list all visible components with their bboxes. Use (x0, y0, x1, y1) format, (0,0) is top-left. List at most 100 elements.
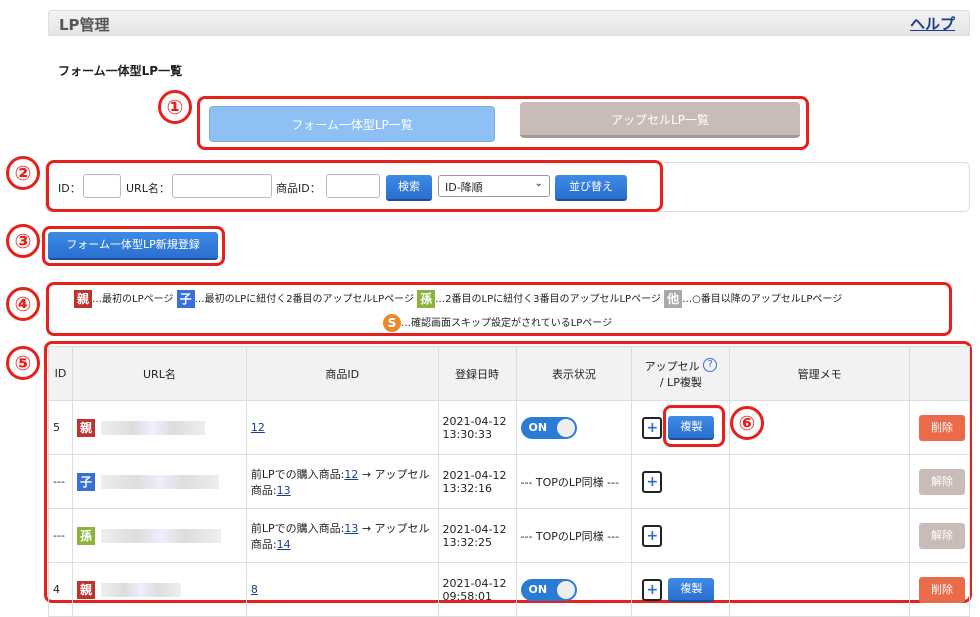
chevron-down-icon: ⌄ (534, 178, 543, 189)
row-status: ON (515, 562, 633, 617)
product-link[interactable]: 13 (344, 522, 358, 535)
product-mid: → アップセル (358, 521, 430, 535)
ko-tag-icon: 子 (76, 472, 95, 491)
row-product: 8 (245, 562, 439, 617)
annotation-5: ⑤ (6, 346, 40, 380)
row-product: 前LPでの購入商品:12 → アップセル商品:13 (245, 454, 439, 509)
product-link[interactable]: 13 (277, 484, 291, 497)
status-toggle[interactable]: ON (520, 578, 577, 601)
col-status: 表示状況 (515, 346, 633, 401)
row-action: 解除 (908, 454, 971, 509)
table-row: 4 親 8 2021-04-12 09:58:01 ON + 複製 削除 (48, 562, 971, 617)
product-link[interactable]: 14 (277, 538, 291, 551)
delete-button[interactable]: 削除 (919, 414, 965, 441)
legend-line-1: 親 …最初のLPページ 子 …最初のLPに紐付く2番目のアップセルLPページ 孫 …2… (74, 290, 842, 308)
row-upsell: + (631, 508, 731, 563)
oya-tag-icon: 親 (76, 418, 95, 437)
row-upsell: + 複製 (631, 562, 731, 617)
copy-lp-button[interactable]: 複製 (668, 577, 715, 602)
date-line: 2021-04-12 (442, 468, 507, 482)
time-line: 13:30:33 (442, 427, 492, 441)
product-prefix: 前LPでの購入商品: (250, 467, 345, 481)
date-line: 2021-04-12 (442, 414, 507, 428)
add-upsell-button[interactable]: + (642, 416, 663, 439)
row-status: --- TOPのLP同様 --- (515, 508, 633, 563)
delete-button[interactable]: 削除 (919, 576, 965, 603)
id-input[interactable] (83, 174, 121, 198)
unlink-button[interactable]: 解除 (919, 522, 965, 549)
table-row: --- 孫 前LPでの購入商品:13 → アップセル商品:14 2021-04-… (48, 508, 971, 563)
row-url: 孫 (71, 508, 247, 563)
row-memo (729, 508, 910, 563)
product-line2: 商品: (250, 483, 277, 497)
product-link[interactable]: 12 (344, 468, 358, 481)
row-date: 2021-04-12 13:32:25 (437, 508, 517, 563)
product-link[interactable]: 8 (251, 583, 258, 596)
annotation-3: ③ (6, 224, 40, 258)
url-input[interactable] (172, 174, 272, 198)
annotation-2: ② (6, 156, 40, 190)
sort-select-value: ID-降順 (445, 181, 483, 194)
col-upsell-label-2: / LP複製 (659, 375, 702, 389)
row-upsell: + (631, 454, 731, 509)
oya-tag-icon: 親 (76, 580, 95, 599)
row-date: 2021-04-12 09:58:01 (437, 562, 517, 617)
toggle-label: ON (528, 582, 548, 596)
product-line2: 商品: (250, 537, 277, 551)
add-upsell-button[interactable]: + (642, 470, 663, 493)
row-date: 2021-04-12 13:30:33 (437, 400, 517, 455)
blurred-url (100, 528, 221, 543)
id-label: ID： (58, 182, 81, 195)
product-prefix: 前LPでの購入商品: (250, 521, 345, 535)
help-link[interactable]: ヘルプ (910, 13, 955, 34)
page-header: LP管理 ヘルプ (48, 10, 970, 36)
mago-tag-icon: 孫 (417, 290, 436, 308)
annotation-6: ⑥ (730, 406, 764, 440)
row-url: 親 (71, 400, 247, 455)
row-action: 解除 (908, 508, 971, 563)
status-toggle[interactable]: ON (520, 416, 577, 439)
legend-ta-text: …○番目以降のアップセルLPページ (682, 294, 843, 305)
product-mid: → アップセル (358, 467, 430, 481)
row-product: 前LPでの購入商品:13 → アップセル商品:14 (245, 508, 439, 563)
add-upsell-button[interactable]: + (642, 578, 663, 601)
toggle-label: ON (528, 420, 548, 434)
row-id: --- (48, 508, 73, 563)
col-upsell: アップセル ? / LP複製 (631, 346, 731, 401)
time-line: 09:58:01 (442, 589, 492, 603)
sort-select[interactable]: ID-降順 ⌄ (438, 175, 550, 197)
date-line: 2021-04-12 (442, 576, 507, 590)
product-input[interactable] (326, 174, 380, 198)
row-status: ON (515, 400, 633, 455)
skip-tag-icon: S (383, 314, 401, 332)
row-status: --- TOPのLP同様 --- (515, 454, 633, 509)
product-link[interactable]: 12 (251, 421, 265, 434)
row-url: 子 (71, 454, 247, 509)
lp-table: ID URL名 商品ID 登録日時 表示状況 アップセル ? / LP複製 管理… (48, 346, 971, 617)
sort-button[interactable]: 並び替え (555, 175, 627, 201)
annotation-box-6 (663, 405, 725, 447)
oya-tag-icon: 親 (74, 290, 92, 308)
legend-ko-text: …最初のLPに紐付く2番目のアップセルLPページ (194, 294, 414, 305)
unlink-button[interactable]: 解除 (919, 468, 965, 495)
row-action: 削除 (908, 400, 971, 455)
tab-form-lp-list[interactable]: フォーム一体型LP一覧 (209, 106, 495, 142)
row-id: 4 (48, 562, 73, 617)
date-line: 2021-04-12 (442, 522, 507, 536)
ta-tag-icon: 他 (664, 290, 683, 308)
add-upsell-button[interactable]: + (642, 524, 663, 547)
tab-upsell-lp-list[interactable]: アップセルLP一覧 (520, 102, 800, 138)
row-url: 親 (71, 562, 247, 617)
row-memo (729, 454, 910, 509)
page-title: フォーム一体型LP一覧 (58, 64, 183, 78)
row-action: 削除 (908, 562, 971, 617)
legend-oya-text: …最初のLPページ (92, 294, 174, 305)
blurred-url (100, 420, 205, 435)
row-product: 12 (245, 400, 439, 455)
mago-tag-icon: 孫 (76, 526, 95, 545)
search-button[interactable]: 検索 (386, 175, 432, 201)
legend-mago-text: …2番目のLPに紐付く3番目のアップセルLPページ (435, 294, 661, 305)
new-form-lp-button[interactable]: フォーム一体型LP新規登録 (48, 232, 218, 260)
help-icon[interactable]: ? (703, 357, 718, 372)
table-row: 5 親 12 2021-04-12 13:30:33 ON + 複製 削除 (48, 400, 971, 455)
